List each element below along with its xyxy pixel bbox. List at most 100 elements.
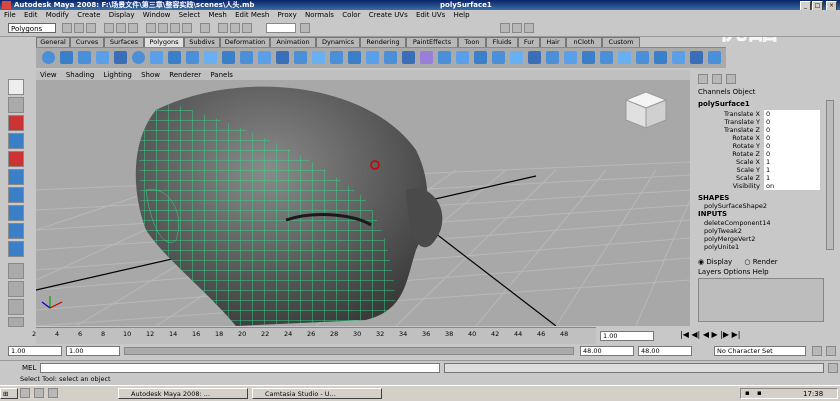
help-menu[interactable]: Help xyxy=(753,268,769,276)
auto-mapping-icon[interactable] xyxy=(582,51,595,64)
viewport-menu-view[interactable]: View xyxy=(40,71,57,79)
menu-help[interactable]: Help xyxy=(454,11,470,19)
select-component-icon[interactable] xyxy=(128,23,138,33)
tab-rendering[interactable]: Rendering xyxy=(360,37,406,47)
render-radio-icon[interactable]: ○ xyxy=(744,258,750,266)
menu-select[interactable]: Select xyxy=(179,11,201,19)
mirror-icon[interactable] xyxy=(366,51,379,64)
quicklaunch-desktop-icon[interactable] xyxy=(20,388,30,398)
attr-scale-z[interactable]: Scale Z 1 xyxy=(694,174,820,182)
display-radio-icon[interactable]: ◉ xyxy=(698,258,704,266)
cylindrical-mapping-icon[interactable] xyxy=(546,51,559,64)
menu-mesh[interactable]: Mesh xyxy=(208,11,226,19)
attr-rotate-y[interactable]: Rotate Y 0 xyxy=(694,142,820,150)
script-editor-icon[interactable] xyxy=(828,363,838,373)
tab-general[interactable]: General xyxy=(36,37,70,47)
character-set-dropdown[interactable]: No Character Set xyxy=(714,346,806,356)
bevel-icon[interactable] xyxy=(510,51,523,64)
smooth-icon[interactable] xyxy=(330,51,343,64)
input-node[interactable]: polyMergeVert2 xyxy=(704,235,755,243)
range-slider[interactable] xyxy=(124,347,574,355)
step-back-icon[interactable]: ◀| xyxy=(691,330,700,339)
attribute-editor-toggle-icon[interactable] xyxy=(726,74,736,84)
new-scene-icon[interactable] xyxy=(62,23,72,33)
input-node[interactable]: polyUnite1 xyxy=(704,243,739,251)
viewport-menu-show[interactable]: Show xyxy=(141,71,160,79)
attr-value[interactable]: 0 xyxy=(764,134,820,142)
snap-curve-icon[interactable] xyxy=(170,23,180,33)
spherical-mapping-icon[interactable] xyxy=(564,51,577,64)
task-camtasia[interactable]: Camtasia Studio - U... xyxy=(252,388,382,399)
playback-start-field[interactable]: 1.00 xyxy=(66,346,120,356)
time-slider[interactable]: 2 4 6 8 10 12 14 16 18 20 22 24 26 28 30… xyxy=(32,327,596,345)
channel-box-scrollbar[interactable] xyxy=(826,100,834,250)
attr-value[interactable]: 1 xyxy=(764,174,820,182)
menu-color[interactable]: Color xyxy=(342,11,360,19)
tab-ncloth[interactable]: nCloth xyxy=(566,37,602,47)
snap-point-icon[interactable] xyxy=(182,23,192,33)
poly-soccer-icon[interactable] xyxy=(222,51,235,64)
snap-grid-icon[interactable] xyxy=(158,23,168,33)
planar-mapping-icon[interactable] xyxy=(528,51,541,64)
poly-pipe-icon[interactable] xyxy=(186,51,199,64)
tab-dynamics[interactable]: Dynamics xyxy=(316,37,360,47)
show-manipulator-icon[interactable] xyxy=(8,223,24,239)
bridge-icon[interactable] xyxy=(402,51,415,64)
menu-create-uvs[interactable]: Create UVs xyxy=(369,11,408,19)
separate-icon[interactable] xyxy=(258,51,271,64)
menu-edit-mesh[interactable]: Edit Mesh xyxy=(235,11,269,19)
go-to-start-icon[interactable]: |◀ xyxy=(680,330,689,339)
animation-start-field[interactable]: 1.00 xyxy=(8,346,62,356)
layers-menu[interactable]: Layers xyxy=(698,268,721,276)
current-frame-field[interactable]: 1.00 xyxy=(600,331,654,341)
menu-proxy[interactable]: Proxy xyxy=(278,11,297,19)
attr-value[interactable]: 1 xyxy=(764,158,820,166)
select-hierarchy-icon[interactable] xyxy=(104,23,114,33)
boolean-diff-icon[interactable] xyxy=(312,51,325,64)
layer-editor-toggle-icon[interactable] xyxy=(712,74,722,84)
poly-cylinder-icon[interactable] xyxy=(78,51,91,64)
channel-box-toggle-icon[interactable] xyxy=(698,74,708,84)
quicklaunch-ie-icon[interactable] xyxy=(34,388,44,398)
show-tool-settings-icon[interactable] xyxy=(512,23,522,33)
history-icon[interactable] xyxy=(200,23,210,33)
viewport-menu-renderer[interactable]: Renderer xyxy=(169,71,201,79)
universal-manipulator-icon[interactable] xyxy=(8,187,24,203)
viewport-menu-lighting[interactable]: Lighting xyxy=(104,71,132,79)
attr-value[interactable]: 0 xyxy=(764,142,820,150)
tab-curves[interactable]: Curves xyxy=(70,37,104,47)
play-forward-icon[interactable]: ▶ xyxy=(712,330,718,339)
extract-icon[interactable] xyxy=(276,51,289,64)
combine-icon[interactable] xyxy=(240,51,253,64)
offset-edge-loop-icon[interactable] xyxy=(474,51,487,64)
show-channel-box-icon[interactable] xyxy=(524,23,534,33)
tray-network-icon[interactable]: ▪ xyxy=(745,389,750,397)
render-icon[interactable] xyxy=(218,23,228,33)
lasso-tool-icon[interactable] xyxy=(8,97,24,113)
tab-subdivs[interactable]: Subdivs xyxy=(184,37,220,47)
poly-sphere-icon[interactable] xyxy=(42,51,55,64)
options-menu[interactable]: Options xyxy=(723,268,750,276)
tab-painteffects[interactable]: PaintEffects xyxy=(406,37,458,47)
input-mode-icon[interactable] xyxy=(300,23,310,33)
menu-window[interactable]: Window xyxy=(143,11,171,19)
menu-display[interactable]: Display xyxy=(109,11,135,19)
soft-modification-icon[interactable] xyxy=(8,205,24,221)
four-view-layout-icon[interactable] xyxy=(8,281,24,297)
layer-list[interactable] xyxy=(698,278,824,322)
tab-hair[interactable]: Hair xyxy=(540,37,566,47)
poly-helix-icon[interactable] xyxy=(204,51,217,64)
start-button[interactable]: ⊞ xyxy=(0,388,18,399)
viewport-menu-panels[interactable]: Panels xyxy=(210,71,233,79)
shelf-menu-icon[interactable] xyxy=(708,51,721,64)
attr-scale-y[interactable]: Scale Y 1 xyxy=(694,166,820,174)
paint-select-tool-icon[interactable] xyxy=(8,115,24,131)
center-pivot-icon[interactable] xyxy=(690,51,703,64)
auto-key-icon[interactable] xyxy=(812,346,822,356)
scale-tool-icon[interactable] xyxy=(8,169,24,185)
attr-value[interactable]: on xyxy=(764,182,820,190)
object-menu[interactable]: Object xyxy=(733,88,756,96)
tab-fur[interactable]: Fur xyxy=(518,37,540,47)
display-layer-label[interactable]: Display xyxy=(706,258,732,266)
reduce-icon[interactable] xyxy=(348,51,361,64)
